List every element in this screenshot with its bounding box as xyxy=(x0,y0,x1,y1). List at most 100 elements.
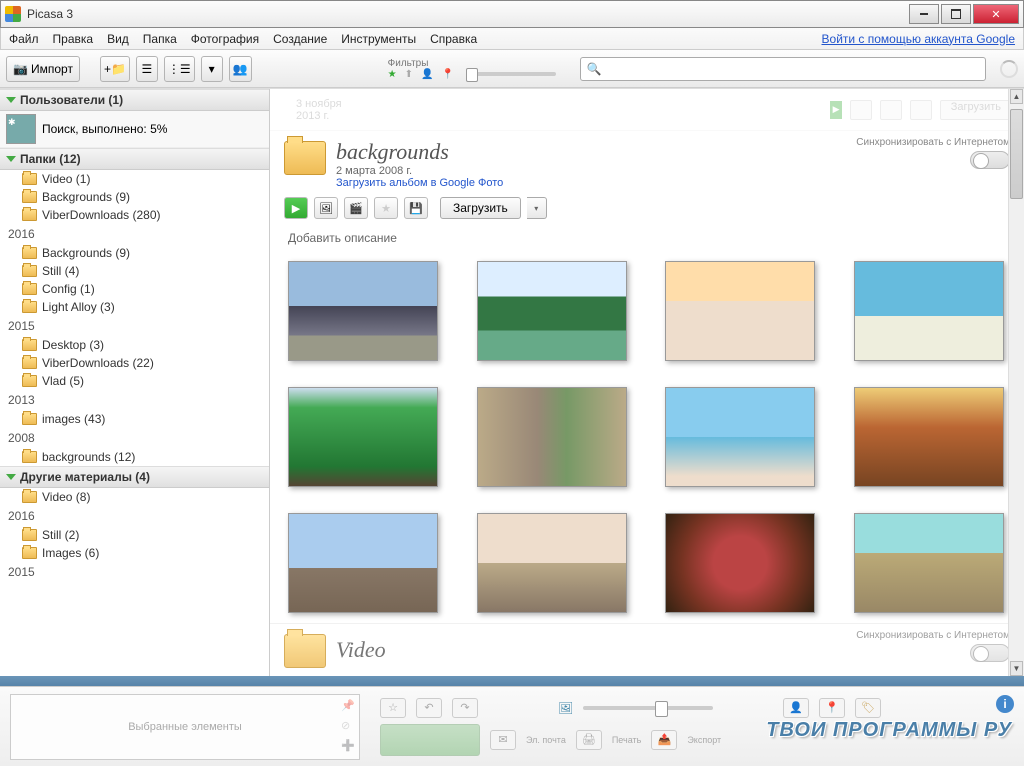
sidebar-folder-item[interactable]: Still (2) xyxy=(0,526,269,544)
add-icon[interactable]: ➕ xyxy=(341,739,355,753)
sidebar-folder-item[interactable]: Video (8) xyxy=(0,488,269,506)
menu-create[interactable]: Создание xyxy=(273,32,327,46)
minimize-button[interactable] xyxy=(909,4,939,24)
sidebar-folder-item[interactable]: Images (6) xyxy=(0,544,269,562)
sidebar-folders-header[interactable]: Папки (12) xyxy=(0,148,269,170)
filter-slider[interactable] xyxy=(466,72,556,76)
thumbnail[interactable] xyxy=(665,261,815,361)
import-button[interactable]: 📷 Импорт xyxy=(6,56,80,82)
sidebar-folder-item[interactable]: images (43) xyxy=(0,410,269,428)
menu-folder[interactable]: Папка xyxy=(143,32,177,46)
filter-upload-icon[interactable]: ⬆ xyxy=(405,69,413,80)
sidebar-folder-item[interactable]: Config (1) xyxy=(0,280,269,298)
geotag-button[interactable]: 📍 xyxy=(819,698,845,718)
sidebar-folder-item[interactable]: ViberDownloads (22) xyxy=(0,354,269,372)
info-icon[interactable]: i xyxy=(996,695,1014,713)
sidebar-folder-item[interactable]: Backgrounds (9) xyxy=(0,188,269,206)
dropdown-button[interactable]: ▾ xyxy=(201,56,223,82)
maximize-button[interactable] xyxy=(941,4,971,24)
star-button[interactable]: ☆ xyxy=(380,698,406,718)
rotate-right-button[interactable]: ↷ xyxy=(452,698,478,718)
folder-icon xyxy=(22,209,37,221)
tag-person-button[interactable]: 👤 xyxy=(783,698,809,718)
ghost-btn[interactable] xyxy=(910,100,932,120)
menu-help[interactable]: Справка xyxy=(430,32,477,46)
upload-button[interactable]: Загрузить xyxy=(440,197,521,219)
pin-icon[interactable]: 📌 xyxy=(341,699,355,713)
ghost-btn[interactable] xyxy=(850,100,872,120)
sidebar-folder-item[interactable]: Light Alloy (3) xyxy=(0,298,269,316)
zoom-slider[interactable] xyxy=(583,706,713,710)
ghost-btn[interactable] xyxy=(880,100,902,120)
sidebar-folder-item[interactable]: Still (4) xyxy=(0,262,269,280)
close-button[interactable] xyxy=(973,4,1019,24)
add-folder-button[interactable]: +📁 xyxy=(100,56,130,82)
play-icon[interactable]: ▶ xyxy=(830,101,841,119)
filter-geo-icon[interactable]: 📍 xyxy=(441,69,453,80)
upload-dropdown[interactable]: ▾ xyxy=(527,197,547,219)
slideshow-button[interactable]: ▶ xyxy=(284,197,308,219)
thumbnail[interactable] xyxy=(477,387,627,487)
scrollbar-thumb[interactable] xyxy=(1010,109,1023,199)
folder-icon xyxy=(22,247,37,259)
google-photos-button[interactable] xyxy=(380,724,480,756)
menu-view[interactable]: Вид xyxy=(107,32,129,46)
content-area: 3 ноября 2013 г. ▶ Загрузить backgrounds… xyxy=(270,89,1024,676)
sidebar-folder-item[interactable]: backgrounds (12) xyxy=(0,448,269,466)
sidebar-folder-item[interactable]: Video (1) xyxy=(0,170,269,188)
movie-button[interactable]: 🎬 xyxy=(344,197,368,219)
thumbnail[interactable] xyxy=(665,513,815,613)
rotate-left-button[interactable]: ↶ xyxy=(416,698,442,718)
search-input[interactable] xyxy=(606,62,979,76)
thumbnail[interactable] xyxy=(854,261,1004,361)
sidebar-folder-item[interactable]: Desktop (3) xyxy=(0,336,269,354)
thumbnail[interactable] xyxy=(477,513,627,613)
thumbnail[interactable] xyxy=(288,513,438,613)
sync-toggle[interactable] xyxy=(970,644,1010,662)
ghost-upload-btn[interactable]: Загрузить xyxy=(940,100,1012,120)
menu-tools[interactable]: Инструменты xyxy=(341,32,416,46)
save-button[interactable]: 💾 xyxy=(404,197,428,219)
menu-file[interactable]: Файл xyxy=(9,32,39,46)
google-login-link[interactable]: Войти с помощью аккаунта Google xyxy=(822,32,1015,46)
search-icon: 🔍 xyxy=(587,62,602,76)
people-button[interactable]: 👥 xyxy=(229,56,252,82)
star-button[interactable]: ★ xyxy=(374,197,398,219)
album-description[interactable]: Добавить описание xyxy=(270,225,1024,251)
thumbnail[interactable] xyxy=(477,261,627,361)
thumbnail[interactable] xyxy=(854,513,1004,613)
thumbnail[interactable] xyxy=(665,387,815,487)
tag-button[interactable]: 🏷 xyxy=(855,698,881,718)
sidebar-folder-item[interactable]: Vlad (5) xyxy=(0,372,269,390)
search-box[interactable]: 🔍 xyxy=(580,57,986,81)
upload-album-link[interactable]: Загрузить альбом в Google Фото xyxy=(336,177,503,189)
sidebar-other-header[interactable]: Другие материалы (4) xyxy=(0,466,269,488)
thumbnail[interactable] xyxy=(288,261,438,361)
sidebar-users-header[interactable]: Пользователи (1) xyxy=(0,89,269,111)
folder-icon xyxy=(22,191,37,203)
thumbnail[interactable] xyxy=(854,387,1004,487)
scroll-down-icon[interactable]: ▼ xyxy=(1010,661,1023,676)
content-scrollbar[interactable]: ▲ ▼ xyxy=(1008,89,1024,676)
sync-toggle[interactable] xyxy=(970,151,1010,169)
export-button[interactable]: 📤 xyxy=(651,730,677,750)
view-list-button[interactable]: ☰ xyxy=(136,56,158,82)
sidebar-year-label: 2013 xyxy=(0,390,269,410)
sidebar: Пользователи (1) Поиск, выполнено: 5% Па… xyxy=(0,89,270,676)
print-button[interactable]: 🖨 xyxy=(576,730,602,750)
collage-button[interactable]: 🖼 xyxy=(314,197,338,219)
view-tree-button[interactable]: ⋮☰ xyxy=(164,56,195,82)
selection-tray[interactable]: Выбранные элементы 📌 ⊘ ➕ xyxy=(10,694,360,760)
thumbnail[interactable] xyxy=(288,387,438,487)
email-button[interactable]: ✉ xyxy=(490,730,516,750)
menu-photo[interactable]: Фотография xyxy=(191,32,259,46)
sidebar-folder-item[interactable]: Backgrounds (9) xyxy=(0,244,269,262)
filter-star-icon[interactable]: ★ xyxy=(388,69,397,80)
chevron-down-icon: ▾ xyxy=(209,62,215,76)
plus-icon: +📁 xyxy=(104,62,126,76)
filter-face-icon[interactable]: 👤 xyxy=(421,69,433,80)
menu-edit[interactable]: Правка xyxy=(53,32,94,46)
sidebar-folder-item[interactable]: ViberDownloads (280) xyxy=(0,206,269,224)
scroll-up-icon[interactable]: ▲ xyxy=(1010,89,1023,104)
clear-icon[interactable]: ⊘ xyxy=(341,719,355,733)
